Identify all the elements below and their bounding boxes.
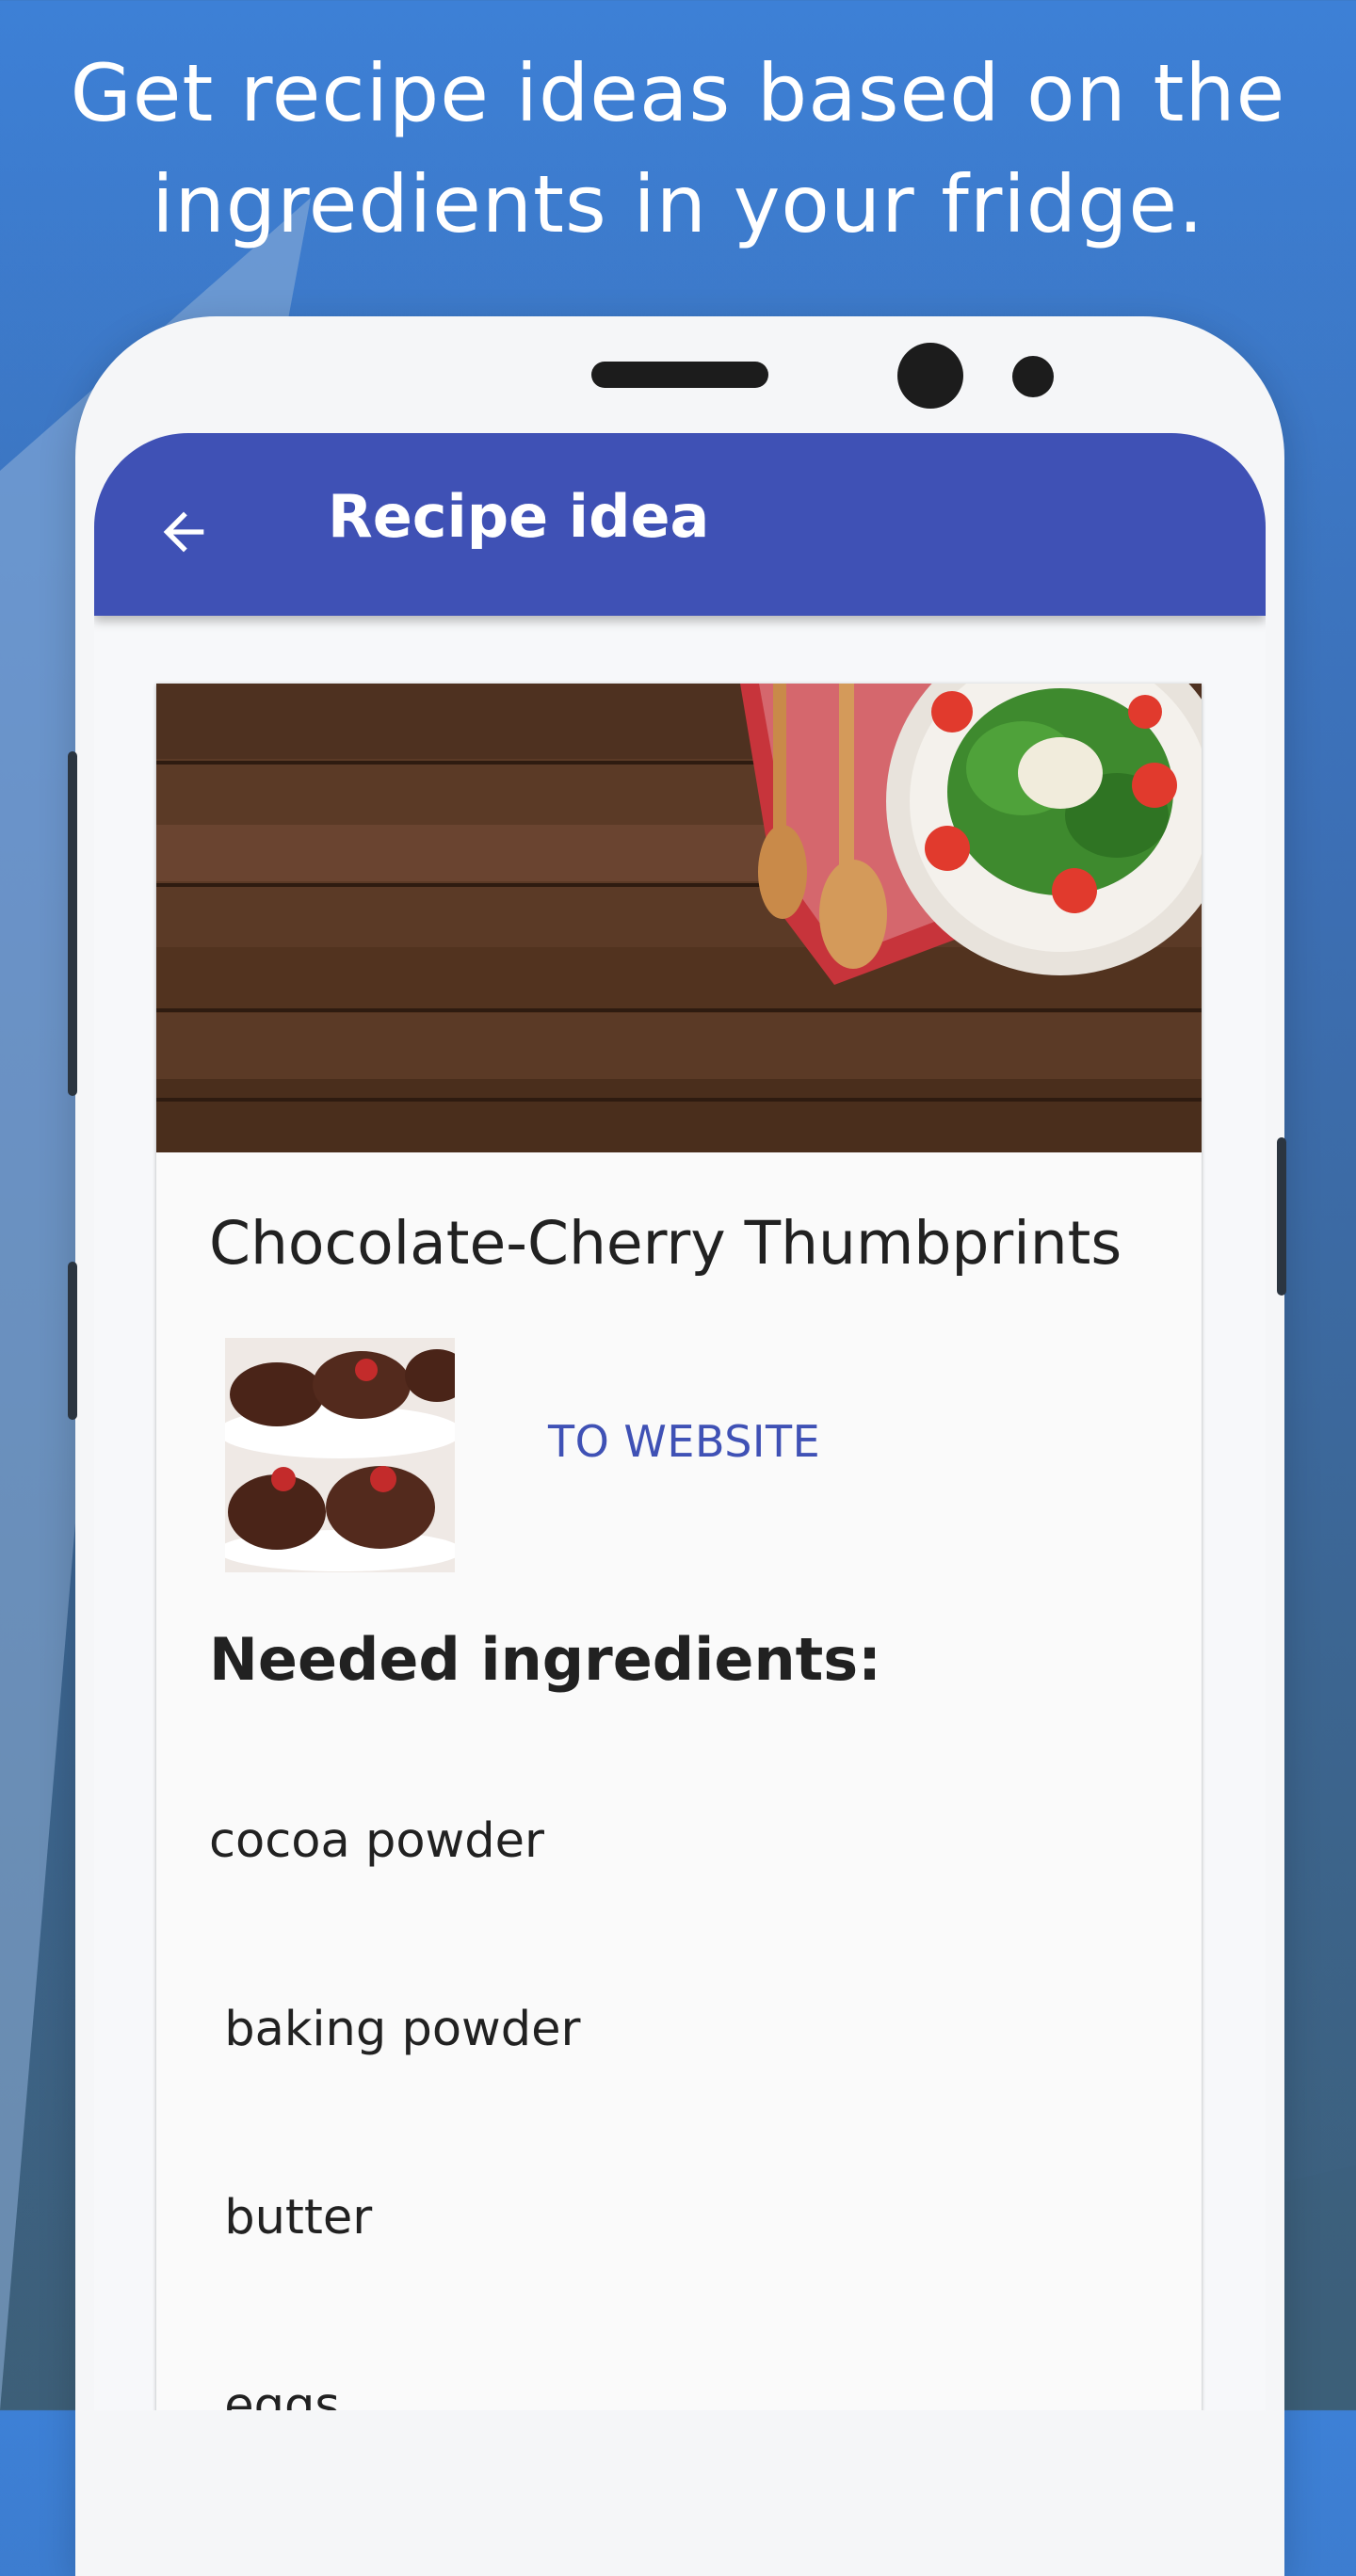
phone-side-button-left-1 [68,751,77,1096]
recipe-thumbnail [225,1338,455,1572]
phone-side-button-left-2 [68,1262,77,1420]
phone-side-button-right [1277,1137,1286,1296]
promo-headline-line-2: ingredients in your fridge. [152,158,1204,250]
promo-headline-line-1: Get recipe ideas based on the [70,47,1286,139]
ingredient-item: butter [209,2190,373,2246]
phone-sensor [1012,356,1054,397]
back-button[interactable] [141,490,226,574]
to-website-button[interactable]: TO WEBSITE [548,1416,820,1467]
ingredient-item: cocoa powder [209,1813,544,1869]
ingredient-item: eggs [209,2378,340,2410]
ingredients-heading: Needed ingredients: [209,1625,881,1694]
app-screen: Recipe idea Chocolate-Cherry Thumbprints… [94,433,1266,2410]
app-bar-title: Recipe idea [328,482,710,551]
phone-camera [897,343,963,409]
recipe-title: Chocolate-Cherry Thumbprints [209,1209,1122,1278]
app-bar: Recipe idea [94,433,1266,616]
arrow-back-icon [163,511,204,553]
ingredient-item: baking powder [209,2002,581,2057]
phone-speaker [591,362,768,388]
promo-headline: Get recipe ideas based on the ingredient… [0,38,1356,260]
recipe-card: Chocolate-Cherry Thumbprints TO WEBSITE … [156,684,1202,2410]
recipe-hero-image [156,684,1202,1152]
